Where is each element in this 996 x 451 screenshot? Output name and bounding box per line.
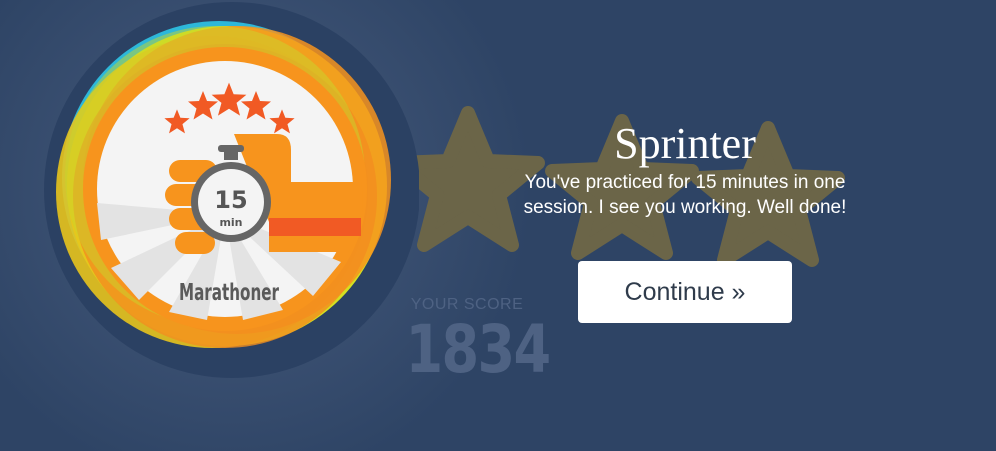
score-value: 1834 <box>405 311 552 388</box>
marathoner-badge: 15 min Marathoner <box>44 2 419 378</box>
timer-value: 15 <box>214 186 247 214</box>
achievement-panel: Sprinter You've practiced for 15 minutes… <box>480 118 890 220</box>
timer-unit: min <box>219 216 242 229</box>
achievement-title: Sprinter <box>614 119 756 168</box>
continue-button[interactable]: Continue » <box>578 261 792 323</box>
badge-name: Marathoner <box>179 280 279 306</box>
achievement-description: You've practiced for 15 minutes in one s… <box>523 172 847 218</box>
